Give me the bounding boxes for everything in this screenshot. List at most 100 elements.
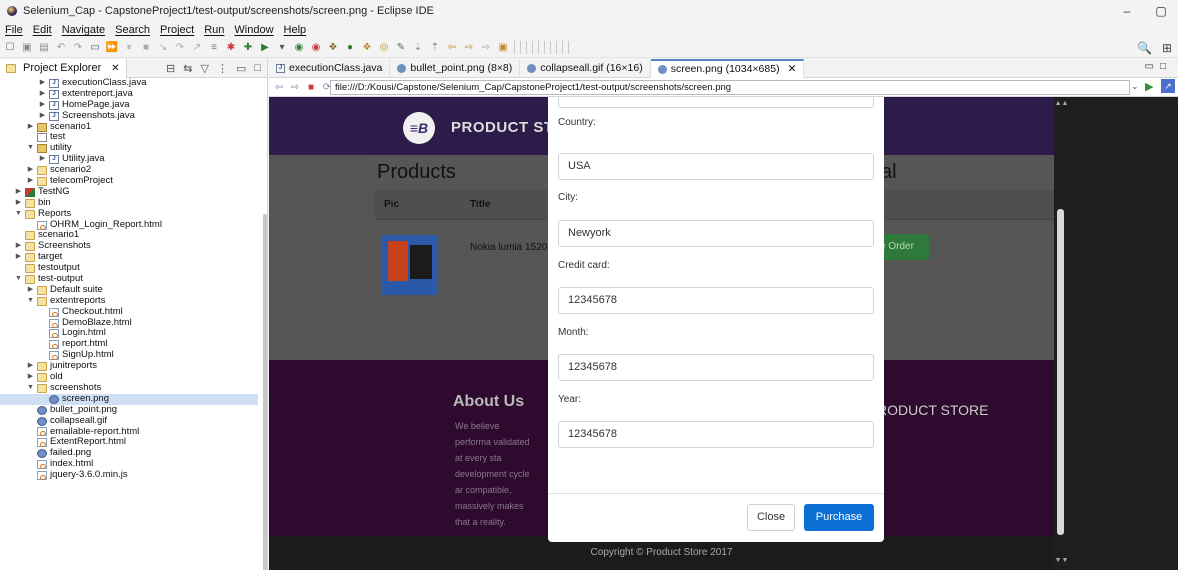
tree-item[interactable]: bullet_point.png — [0, 404, 258, 416]
tree-item[interactable]: test — [0, 132, 258, 143]
editor-tab[interactable]: JexecutionClass.java — [269, 58, 391, 78]
marker-icon[interactable]: ✎ — [395, 42, 407, 54]
chevron-right-icon[interactable]: ▶ — [38, 111, 47, 122]
tree-item[interactable]: ▼ Reports — [0, 208, 258, 220]
editor-tab[interactable]: screen.png (1034×685) ✕ — [650, 58, 805, 78]
breakpoint-icon[interactable]: ≡ — [208, 42, 220, 54]
chevron-right-icon[interactable]: ▶ — [14, 198, 23, 209]
maximize-view-icon[interactable]: □ — [254, 62, 261, 75]
minimize-view-icon[interactable]: ▭ — [236, 62, 246, 75]
menu-run[interactable]: Run — [204, 24, 224, 36]
chevron-right-icon[interactable]: ▶ — [26, 285, 35, 296]
tree-item[interactable]: ▼ utility — [0, 142, 258, 154]
tree-item[interactable]: ▶ telecomProject — [0, 175, 258, 187]
chevron-right-icon[interactable]: ▶ — [14, 252, 23, 263]
tree-item[interactable]: ▶ old — [0, 371, 258, 383]
run-ext-icon[interactable]: ▾ — [276, 42, 288, 54]
coverage-icon[interactable]: ✚ — [242, 42, 254, 54]
menu-edit[interactable]: Edit — [33, 24, 52, 36]
menu-navigate[interactable]: Navigate — [62, 24, 105, 36]
url-history-icon[interactable]: ⌄ — [1131, 81, 1139, 92]
chevron-right-icon[interactable]: ▶ — [38, 89, 47, 100]
chevron-right-icon[interactable]: ▶ — [14, 187, 23, 198]
minimize-button[interactable]: – — [1110, 0, 1144, 22]
tree-item[interactable]: SignUp.html — [0, 349, 258, 361]
tree-item[interactable]: screen.png — [0, 393, 258, 405]
undo-icon[interactable]: ↶ — [55, 42, 67, 54]
chevron-down-icon[interactable]: ▼ — [26, 143, 35, 154]
menu-search[interactable]: Search — [115, 24, 150, 36]
chevron-down-icon[interactable]: ▼ — [14, 209, 23, 220]
stop-icon[interactable]: ■ — [305, 82, 317, 93]
menu-window[interactable]: Window — [234, 24, 273, 36]
forward-nav-icon[interactable]: ⇨ — [463, 42, 475, 54]
java-icon[interactable]: ◉ — [293, 42, 305, 54]
close-icon[interactable]: ✕ — [788, 63, 797, 75]
chevron-down-icon[interactable]: ▼ — [26, 296, 35, 307]
terminate-icon[interactable]: ■ — [140, 42, 152, 54]
tree-item[interactable]: ▶ scenario2 — [0, 164, 258, 176]
menu-help[interactable]: Help — [284, 24, 307, 36]
chevron-right-icon[interactable]: ▶ — [38, 100, 47, 111]
chevron-down-icon[interactable]: ▼ — [14, 274, 23, 285]
tree-item[interactable]: Checkout.html — [0, 306, 258, 318]
chevron-right-icon[interactable]: ▶ — [26, 361, 35, 372]
new-java-project-icon[interactable]: ❖ — [327, 42, 339, 54]
close-icon[interactable]: ✕ — [111, 63, 119, 74]
step-return-icon[interactable]: ↗ — [191, 42, 203, 54]
chevron-right-icon[interactable]: ▶ — [38, 154, 47, 165]
tree-item[interactable]: emailable-report.html — [0, 426, 258, 438]
suspend-icon[interactable]: ⏸ — [123, 42, 135, 54]
tree-item[interactable]: report.html — [0, 338, 258, 350]
chevron-right-icon[interactable]: ▶ — [26, 176, 35, 187]
tree-item[interactable]: ▶ J Utility.java — [0, 153, 258, 165]
last-edit-icon[interactable]: ⇨ — [480, 42, 492, 54]
forward-icon[interactable]: ⇨ — [289, 82, 301, 93]
skip-icon[interactable]: ⏩ — [106, 42, 118, 54]
new-icon[interactable]: ☐ — [4, 42, 16, 54]
tree-item[interactable]: Login.html — [0, 328, 258, 339]
step-over-icon[interactable]: ↷ — [174, 42, 186, 54]
tree-item[interactable]: index.html — [0, 458, 258, 470]
tree-item[interactable]: OHRM_Login_Report.html — [0, 219, 258, 231]
scroll-thumb[interactable] — [1057, 209, 1064, 535]
viewer-scrollbar[interactable]: ▲▲ ▼▼ — [1054, 97, 1069, 570]
editor-tab[interactable]: collapseall.gif (16×16) — [520, 58, 651, 78]
redo-icon[interactable]: ↷ — [72, 42, 84, 54]
open-perspective-icon[interactable]: ▣ — [497, 42, 509, 54]
chevron-right-icon[interactable]: ▶ — [14, 241, 23, 252]
tree-item[interactable]: ▶ scenario1 — [0, 121, 258, 133]
link-editor-icon[interactable]: ⇆ — [183, 62, 192, 75]
editor-minmax[interactable]: ▭□ — [1145, 61, 1173, 72]
search-tb-icon[interactable]: ◎ — [378, 42, 390, 54]
back-icon[interactable]: ⇦ — [273, 82, 285, 93]
back-nav-icon[interactable]: ⇦ — [446, 42, 458, 54]
run-icon[interactable]: ▶ — [259, 42, 271, 54]
tree-item[interactable]: ▼ screenshots — [0, 382, 258, 394]
chevron-down-icon[interactable]: ▼ — [26, 383, 35, 394]
editor-tab[interactable]: bullet_point.png (8×8) — [390, 58, 521, 78]
tree-item[interactable]: ▶ junitreports — [0, 360, 258, 372]
prev-annotation-icon[interactable]: ⇡ — [429, 42, 441, 54]
chevron-right-icon[interactable]: ▶ — [38, 78, 47, 89]
open-external-icon[interactable]: ↗ — [1161, 79, 1175, 93]
view-menu-icon[interactable]: ⋮ — [217, 62, 228, 75]
next-annotation-icon[interactable]: ⇣ — [412, 42, 424, 54]
collapse-all-icon[interactable]: ⊟ — [166, 62, 175, 75]
tree-item[interactable]: jquery-3.6.0.min.js — [0, 469, 258, 481]
debug-icon[interactable]: ✱ — [225, 42, 237, 54]
tab-project-explorer[interactable]: Project Explorer ✕ — [0, 58, 127, 78]
terminal-icon[interactable]: ▭ — [89, 42, 101, 54]
save-icon[interactable]: ▣ — [21, 42, 33, 54]
step-into-icon[interactable]: ↘ — [157, 42, 169, 54]
tree-item[interactable]: collapseall.gif — [0, 415, 258, 427]
scroll-up-icon[interactable]: ▲▲ — [1054, 100, 1069, 107]
tree-item[interactable]: ▶ J Screenshots.java — [0, 110, 258, 122]
tree-item[interactable]: failed.png — [0, 447, 258, 459]
tree-scrollbar[interactable] — [263, 214, 267, 570]
tree-item[interactable]: DemoBlaze.html — [0, 317, 258, 329]
ext-tools-icon[interactable]: ◉ — [310, 42, 322, 54]
url-input[interactable] — [330, 80, 1130, 95]
go-icon[interactable]: ▶ — [1145, 80, 1153, 93]
filter-icon[interactable]: ▽ — [200, 62, 208, 75]
